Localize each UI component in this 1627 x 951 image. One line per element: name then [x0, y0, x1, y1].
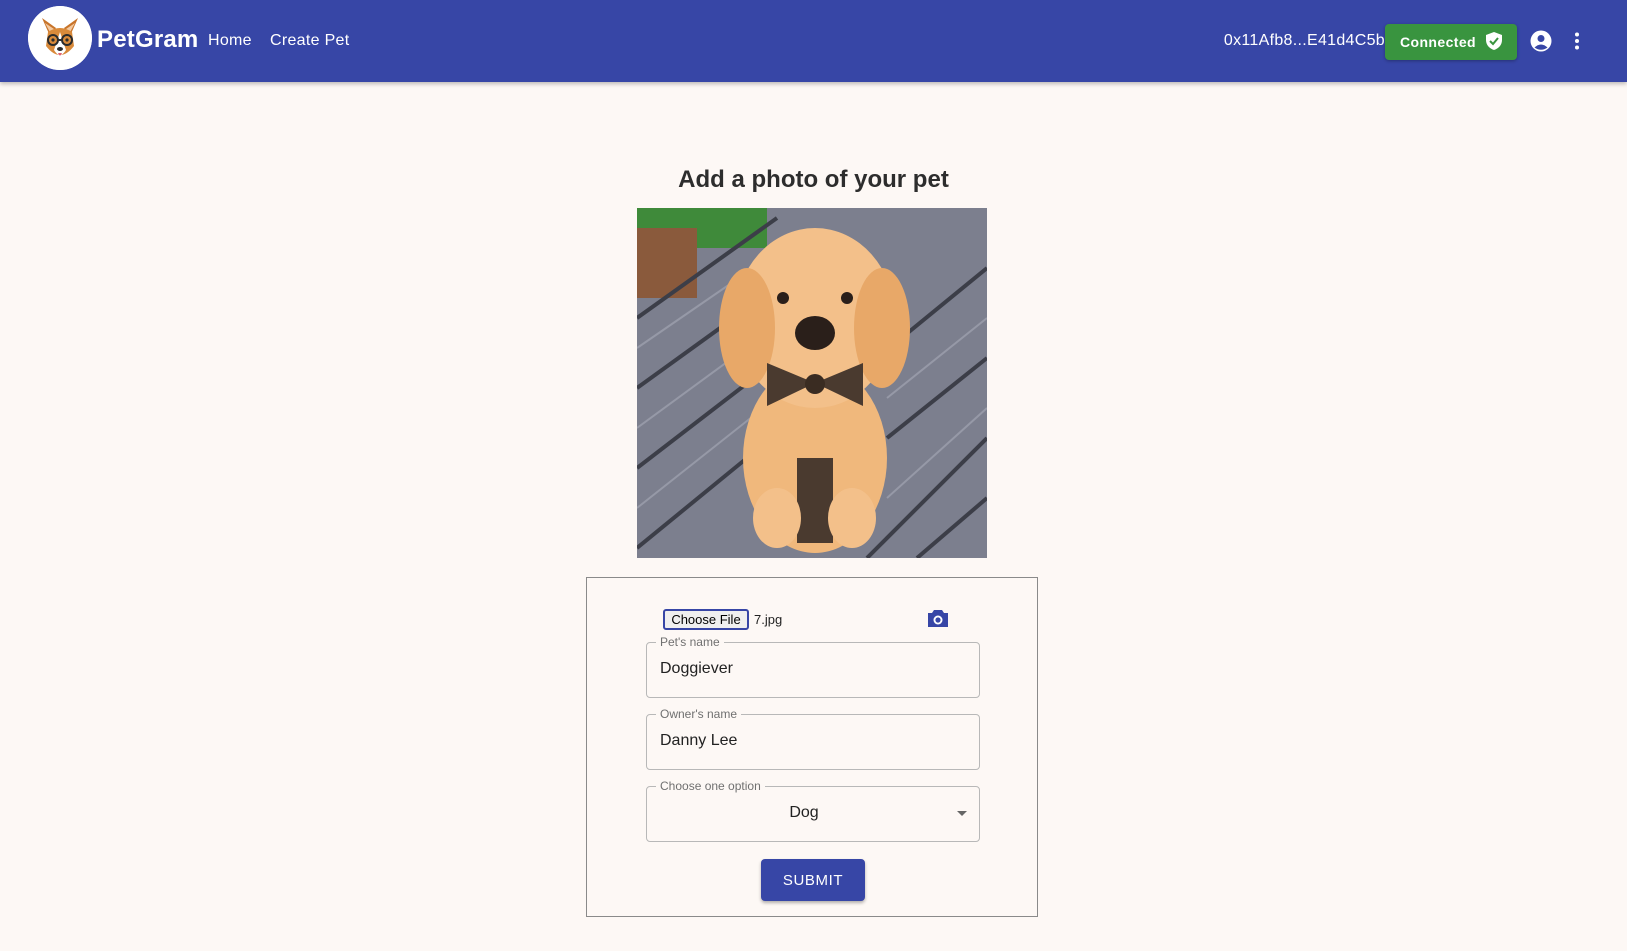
- pet-name-label: Pet's name: [656, 635, 724, 649]
- account-circle-icon[interactable]: [1529, 29, 1553, 53]
- selected-file-name: 7.jpg: [754, 611, 783, 627]
- connected-status-button[interactable]: Connected: [1385, 24, 1517, 60]
- more-vert-icon[interactable]: [1565, 29, 1589, 53]
- create-pet-form: Choose File 7.jpg Pet's name Doggiever O…: [586, 577, 1038, 917]
- owner-name-field[interactable]: Owner's name Danny Lee: [646, 707, 980, 770]
- nav-home-link[interactable]: Home: [208, 32, 252, 50]
- submit-button[interactable]: SUBMIT: [761, 859, 865, 901]
- file-picker: Choose File 7.jpg: [663, 608, 782, 630]
- pet-type-label: Choose one option: [656, 779, 765, 793]
- choose-file-button[interactable]: Choose File: [663, 608, 749, 630]
- brand-name[interactable]: PetGram: [97, 26, 198, 54]
- dropdown-arrow-icon[interactable]: [957, 811, 967, 816]
- corgi-logo[interactable]: [28, 6, 92, 70]
- camera-icon[interactable]: [927, 608, 951, 630]
- connected-label: Connected: [1400, 34, 1476, 50]
- app-bar: PetGram Home Create Pet 0x11Afb8...E41d4…: [0, 0, 1627, 82]
- shield-check-icon: [1485, 31, 1502, 53]
- nav-create-pet-link[interactable]: Create Pet: [270, 32, 349, 50]
- pet-type-value[interactable]: Dog: [647, 804, 961, 822]
- page-title: Add a photo of your pet: [678, 166, 949, 193]
- pet-photo-preview: [637, 208, 987, 558]
- owner-name-label: Owner's name: [656, 707, 741, 721]
- wallet-address: 0x11Afb8...E41d4C5b: [1223, 32, 1385, 49]
- owner-name-input[interactable]: Danny Lee: [660, 732, 737, 750]
- pet-name-field[interactable]: Pet's name Doggiever: [646, 635, 980, 698]
- pet-name-input[interactable]: Doggiever: [660, 660, 733, 678]
- pet-type-select[interactable]: Choose one option Dog: [646, 779, 980, 842]
